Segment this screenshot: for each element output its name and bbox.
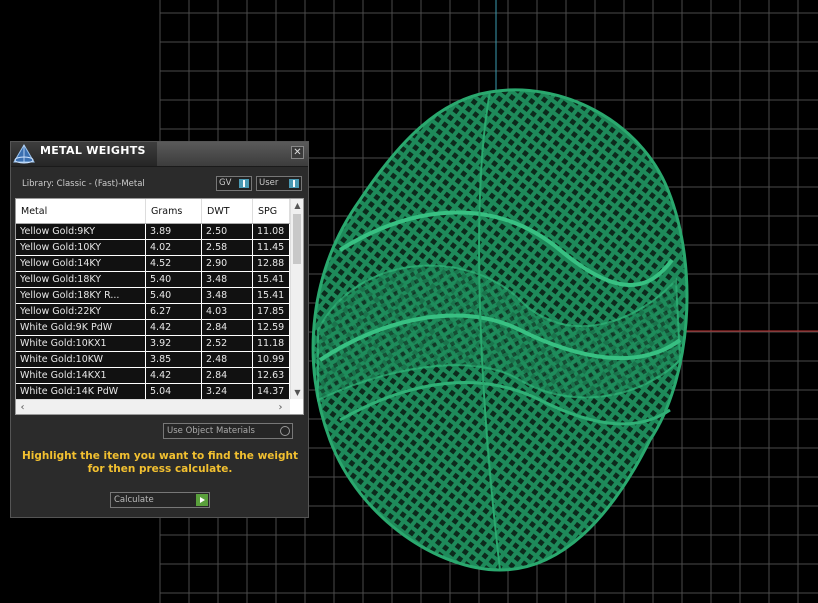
close-icon: ✕ <box>293 147 302 158</box>
cell-dwt: 2.58 <box>202 240 253 255</box>
table-row[interactable]: Yellow Gold:9KY 3.89 2.50 11.08 <box>16 224 290 240</box>
metal-weights-panel: METAL WEIGHTS ✕ Library: Classic - (Fast… <box>10 141 309 518</box>
table-row[interactable]: Yellow Gold:14KY 4.52 2.90 12.88 <box>16 256 290 272</box>
play-icon <box>196 494 208 506</box>
cell-spg: 12.88 <box>253 256 290 271</box>
cell-grams: 6.27 <box>146 304 202 319</box>
cell-dwt: 2.90 <box>202 256 253 271</box>
use-object-materials-option[interactable]: Use Object Materials <box>163 423 293 439</box>
cell-spg: 12.59 <box>253 320 290 335</box>
cell-spg: 15.41 <box>253 288 290 303</box>
cell-dwt: 3.24 <box>202 384 253 399</box>
table-row[interactable]: White Gold:14KX1 4.42 2.84 12.63 <box>16 368 290 384</box>
cell-metal: Yellow Gold:18KY R... <box>16 288 146 303</box>
scroll-down-icon[interactable]: ▼ <box>291 386 303 399</box>
cell-grams: 4.52 <box>146 256 202 271</box>
instruction-text: Highlight the item you want to find the … <box>22 450 298 475</box>
table-row[interactable]: Yellow Gold:18KY 5.40 3.48 15.41 <box>16 272 290 288</box>
toggle-switch-icon <box>289 179 299 188</box>
cell-dwt: 2.52 <box>202 336 253 351</box>
table-row[interactable]: Yellow Gold:10KY 4.02 2.58 11.45 <box>16 240 290 256</box>
close-button[interactable]: ✕ <box>291 146 304 159</box>
cell-metal: Yellow Gold:18KY <box>16 272 146 287</box>
scroll-thumb[interactable] <box>293 214 301 264</box>
column-header-grams[interactable]: Grams <box>146 199 202 223</box>
cell-spg: 11.45 <box>253 240 290 255</box>
cell-spg: 12.63 <box>253 368 290 383</box>
column-header-spg[interactable]: SPG <box>253 199 290 223</box>
cell-dwt: 3.48 <box>202 272 253 287</box>
scroll-left-icon[interactable]: ‹ <box>16 400 29 414</box>
radio-icon[interactable] <box>280 426 290 436</box>
cell-metal: Yellow Gold:10KY <box>16 240 146 255</box>
cell-dwt: 2.50 <box>202 224 253 239</box>
user-toggle-label: User <box>259 178 279 188</box>
cell-spg: 14.37 <box>253 384 290 399</box>
cell-metal: White Gold:14K PdW <box>16 384 146 399</box>
cell-metal: Yellow Gold:22KY <box>16 304 146 319</box>
cell-spg: 17.85 <box>253 304 290 319</box>
cell-grams: 4.42 <box>146 368 202 383</box>
cell-dwt: 2.84 <box>202 368 253 383</box>
cell-metal: White Gold:10KX1 <box>16 336 146 351</box>
cell-grams: 4.42 <box>146 320 202 335</box>
table-row[interactable]: Yellow Gold:18KY R... 5.40 3.48 15.41 <box>16 288 290 304</box>
cell-grams: 3.85 <box>146 352 202 367</box>
scroll-up-icon[interactable]: ▲ <box>291 199 303 212</box>
table-header: Metal Grams DWT SPG <box>16 199 290 224</box>
panel-title: METAL WEIGHTS <box>40 144 146 157</box>
ring-mesh-model[interactable] <box>311 88 689 572</box>
cell-metal: Yellow Gold:14KY <box>16 256 146 271</box>
panel-titlebar[interactable]: METAL WEIGHTS ✕ <box>11 142 308 167</box>
table-row[interactable]: White Gold:10KX1 3.92 2.52 11.18 <box>16 336 290 352</box>
cell-metal: White Gold:14KX1 <box>16 368 146 383</box>
table-body: Yellow Gold:9KY 3.89 2.50 11.08 Yellow G… <box>16 224 290 400</box>
scroll-right-icon[interactable]: › <box>274 400 287 414</box>
gv-toggle[interactable]: GV <box>216 176 252 191</box>
table-row[interactable]: Yellow Gold:22KY 6.27 4.03 17.85 <box>16 304 290 320</box>
gv-toggle-label: GV <box>219 178 232 188</box>
cell-grams: 5.40 <box>146 272 202 287</box>
vertical-scrollbar[interactable]: ▲ ▼ <box>290 199 303 399</box>
column-header-dwt[interactable]: DWT <box>202 199 253 223</box>
table-row[interactable]: White Gold:14K PdW 5.04 3.24 14.37 <box>16 384 290 400</box>
use-object-materials-label: Use Object Materials <box>167 426 255 436</box>
cell-spg: 11.18 <box>253 336 290 351</box>
horizontal-scrollbar[interactable]: ‹ › <box>16 399 290 414</box>
cell-spg: 10.99 <box>253 352 290 367</box>
table-row[interactable]: White Gold:9K PdW 4.42 2.84 12.59 <box>16 320 290 336</box>
cell-metal: White Gold:9K PdW <box>16 320 146 335</box>
column-header-metal[interactable]: Metal <box>16 199 146 223</box>
cell-grams: 3.92 <box>146 336 202 351</box>
cell-dwt: 2.84 <box>202 320 253 335</box>
cell-spg: 11.08 <box>253 224 290 239</box>
logo-icon <box>13 144 35 164</box>
calculate-button[interactable]: Calculate <box>110 492 210 508</box>
metal-table[interactable]: Metal Grams DWT SPG Yellow Gold:9KY 3.89… <box>15 198 304 415</box>
cell-metal: White Gold:10KW <box>16 352 146 367</box>
cell-dwt: 4.03 <box>202 304 253 319</box>
cell-grams: 5.40 <box>146 288 202 303</box>
toggle-switch-icon <box>239 179 249 188</box>
cell-grams: 3.89 <box>146 224 202 239</box>
cell-grams: 4.02 <box>146 240 202 255</box>
cell-metal: Yellow Gold:9KY <box>16 224 146 239</box>
cell-spg: 15.41 <box>253 272 290 287</box>
user-toggle[interactable]: User <box>256 176 302 191</box>
cell-dwt: 3.48 <box>202 288 253 303</box>
library-label: Library: Classic - (Fast)-Metal <box>22 179 145 189</box>
table-row[interactable]: White Gold:10KW 3.85 2.48 10.99 <box>16 352 290 368</box>
calculate-label: Calculate <box>114 495 154 505</box>
cell-grams: 5.04 <box>146 384 202 399</box>
cell-dwt: 2.48 <box>202 352 253 367</box>
